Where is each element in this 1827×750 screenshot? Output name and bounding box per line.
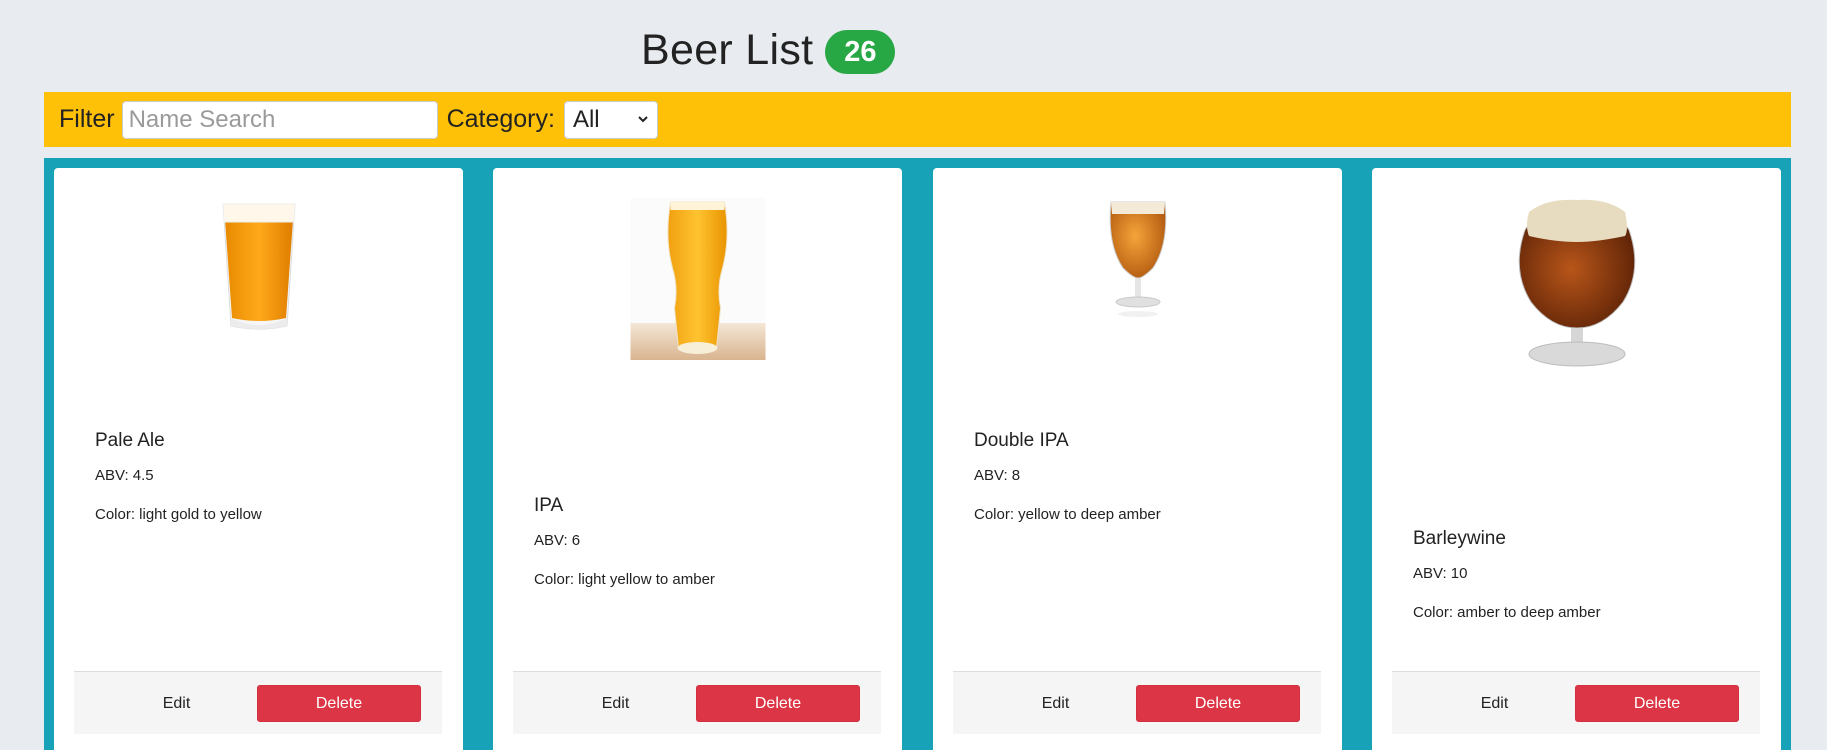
beer-color: Color: amber to deep amber [1413, 604, 1601, 621]
card-footer: Edit Delete [953, 671, 1321, 734]
beer-name: Double IPA [974, 430, 1069, 451]
beer-card: Pale Ale ABV: 4.5 Color: light gold to y… [54, 168, 463, 750]
tulip-glass-icon [1109, 201, 1166, 317]
beer-abv: ABV: 6 [534, 532, 581, 549]
beer-color: Color: light yellow to amber [534, 571, 715, 588]
beer-name: Pale Ale [95, 430, 165, 451]
edit-button[interactable]: Edit [513, 672, 718, 735]
category-selected-value: All [572, 105, 600, 133]
page-title: Beer List [641, 25, 814, 74]
edit-button[interactable]: Edit [1392, 672, 1597, 735]
beer-name: IPA [534, 495, 564, 516]
delete-button[interactable]: Delete [1575, 685, 1739, 722]
beer-card: IPA ABV: 6 Color: light yellow to amber … [493, 168, 902, 750]
name-search-input[interactable] [121, 100, 438, 139]
delete-button[interactable]: Delete [696, 685, 860, 722]
chevron-down-icon [638, 115, 648, 122]
beer-color: Color: yellow to deep amber [974, 506, 1161, 523]
beer-abv: ABV: 10 [1413, 565, 1468, 582]
card-footer: Edit Delete [513, 671, 881, 734]
category-label: Category: [446, 105, 555, 133]
card-body: IPA ABV: 6 Color: light yellow to amber [534, 495, 882, 588]
card-body: Pale Ale ABV: 4.5 Color: light gold to y… [95, 430, 443, 523]
delete-button[interactable]: Delete [257, 685, 421, 722]
card-body: Barleywine ABV: 10 Color: amber to deep … [1413, 528, 1761, 621]
page: Beer List 26 Filter Category: All [0, 0, 1827, 750]
card-grid: Pale Ale ABV: 4.5 Color: light gold to y… [44, 158, 1791, 750]
beer-abv: ABV: 4.5 [95, 467, 154, 484]
edit-button[interactable]: Edit [74, 672, 279, 735]
beer-name: Barleywine [1413, 528, 1506, 549]
filter-label: Filter [59, 105, 115, 133]
beer-abv: ABV: 8 [974, 467, 1021, 484]
delete-button[interactable]: Delete [1136, 685, 1300, 722]
ipa-glass-icon [630, 198, 765, 360]
title-wrap: Beer List 26 [641, 25, 896, 74]
beer-color: Color: light gold to yellow [95, 506, 262, 523]
card-footer: Edit Delete [74, 671, 442, 734]
snifter-glass-icon [1518, 199, 1635, 367]
beer-card: Double IPA ABV: 8 Color: yellow to deep … [933, 168, 1342, 750]
card-footer: Edit Delete [1392, 671, 1760, 734]
beer-card: Barleywine ABV: 10 Color: amber to deep … [1372, 168, 1781, 750]
count-badge: 26 [825, 30, 896, 74]
filter-bar: Filter Category: All [44, 92, 1791, 147]
header: Beer List 26 [0, 18, 1827, 80]
pint-glass-icon [221, 203, 296, 330]
category-select[interactable]: All [563, 100, 658, 139]
edit-button[interactable]: Edit [953, 672, 1158, 735]
card-body: Double IPA ABV: 8 Color: yellow to deep … [974, 430, 1322, 523]
